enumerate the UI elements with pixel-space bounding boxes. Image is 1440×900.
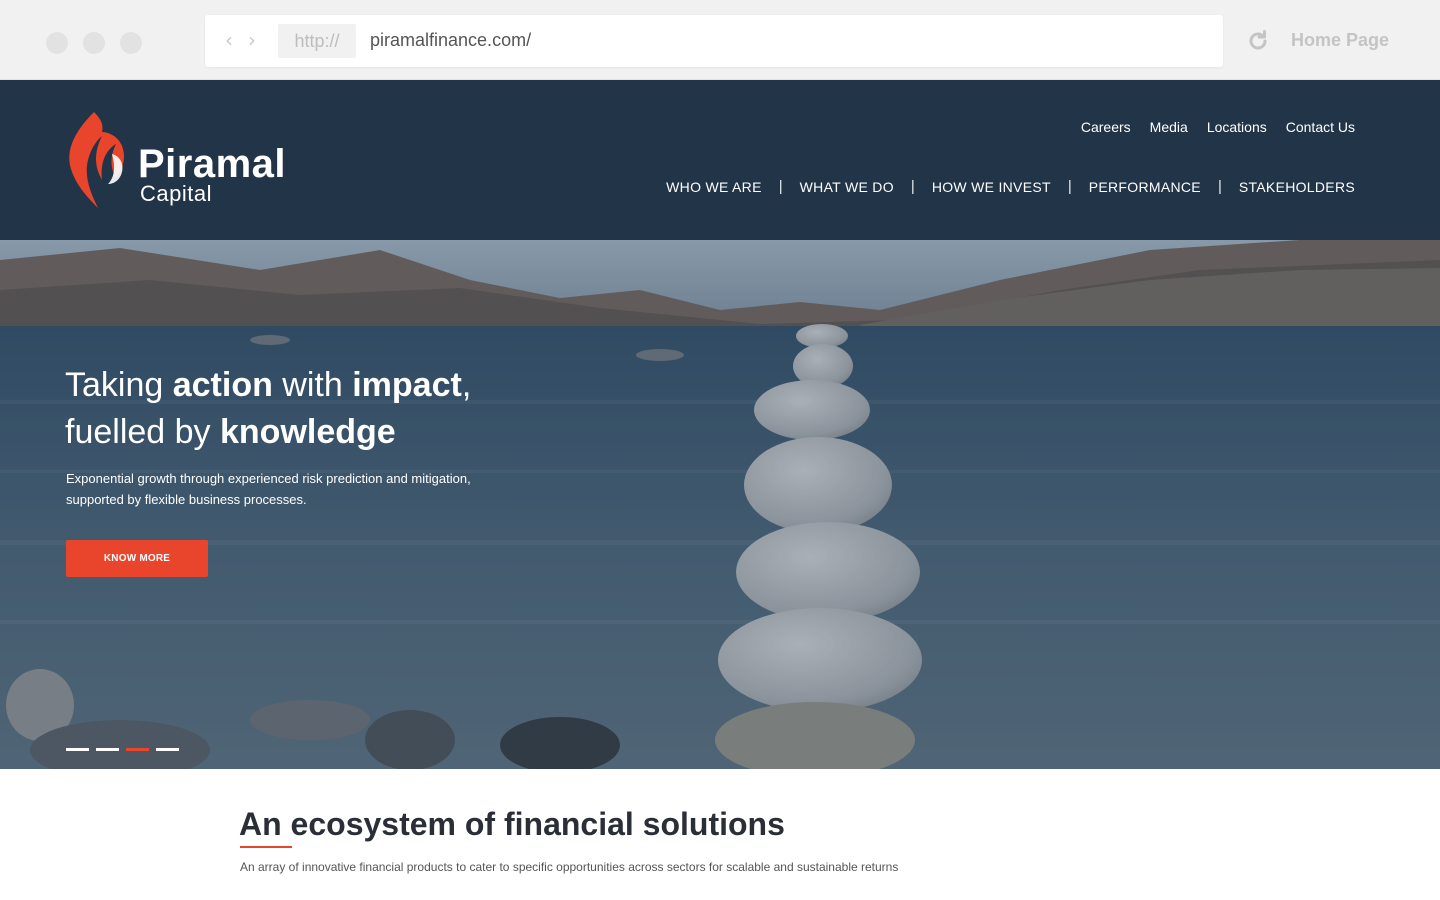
hero-heading-text: with (272, 366, 353, 404)
util-nav-contact-us[interactable]: Contact Us (1286, 118, 1355, 136)
address-bar[interactable]: ‹ › http:// piramalfinance.com/ (205, 15, 1223, 67)
hero-heading-text: fuelled by (65, 413, 220, 451)
brand-subtitle: Capital (140, 181, 212, 206)
window-close-dot[interactable] (46, 32, 68, 54)
section-description: An array of innovative financial product… (240, 860, 899, 874)
hero-heading-emphasis: action (172, 366, 273, 404)
section-title: An ecosystem of financial solutions (239, 806, 785, 842)
hero-description: Exponential growth through experienced r… (66, 471, 471, 507)
utility-nav: Careers Media Locations Contact Us (1081, 118, 1355, 136)
home-page-button[interactable]: Home Page (1291, 29, 1389, 51)
url-text[interactable]: piramalfinance.com/ (370, 28, 531, 52)
hero-heading-emphasis: knowledge (220, 413, 396, 451)
nav-divider: | (1217, 178, 1222, 195)
hero-heading-text: , (461, 366, 472, 404)
nav-stakeholders[interactable]: STAKEHOLDERS (1239, 178, 1355, 196)
carousel-dot-1[interactable] (66, 748, 89, 751)
carousel-dot-4[interactable] (156, 748, 179, 751)
nav-performance[interactable]: PERFORMANCE (1089, 178, 1201, 196)
hero-heading-text: Taking (65, 366, 173, 404)
nav-divider: | (1067, 178, 1072, 195)
util-nav-media[interactable]: Media (1150, 118, 1188, 136)
nav-how-we-invest[interactable]: HOW WE INVEST (932, 178, 1051, 196)
nav-divider: | (778, 178, 783, 195)
reload-icon[interactable] (1245, 28, 1271, 54)
protocol-label: http:// (278, 24, 356, 58)
util-nav-locations[interactable]: Locations (1207, 118, 1267, 136)
nav-what-we-do[interactable]: WHAT WE DO (800, 178, 894, 196)
hero-heading: Taking action with impact, fuelled by kn… (65, 362, 585, 456)
hero-heading-emphasis: impact (352, 366, 462, 404)
flame-logo-icon[interactable] (64, 110, 130, 210)
util-nav-careers[interactable]: Careers (1081, 118, 1131, 136)
back-arrow-icon[interactable]: ‹ (225, 29, 233, 51)
window-maximize-dot[interactable] (120, 32, 142, 54)
section-title-underline (240, 846, 292, 848)
window-minimize-dot[interactable] (83, 32, 105, 54)
nav-who-we-are[interactable]: WHO WE ARE (666, 178, 762, 196)
carousel-dot-2[interactable] (96, 748, 119, 751)
carousel-dot-3[interactable] (126, 748, 149, 751)
forward-arrow-icon[interactable]: › (248, 29, 256, 51)
carousel-indicators (66, 748, 179, 751)
nav-divider: | (910, 178, 915, 195)
main-nav: WHO WE ARE | WHAT WE DO | HOW WE INVEST … (666, 178, 1355, 196)
know-more-button[interactable]: KNOW MORE (66, 540, 208, 577)
browser-chrome: ‹ › http:// piramalfinance.com/ Home Pag… (0, 0, 1440, 80)
